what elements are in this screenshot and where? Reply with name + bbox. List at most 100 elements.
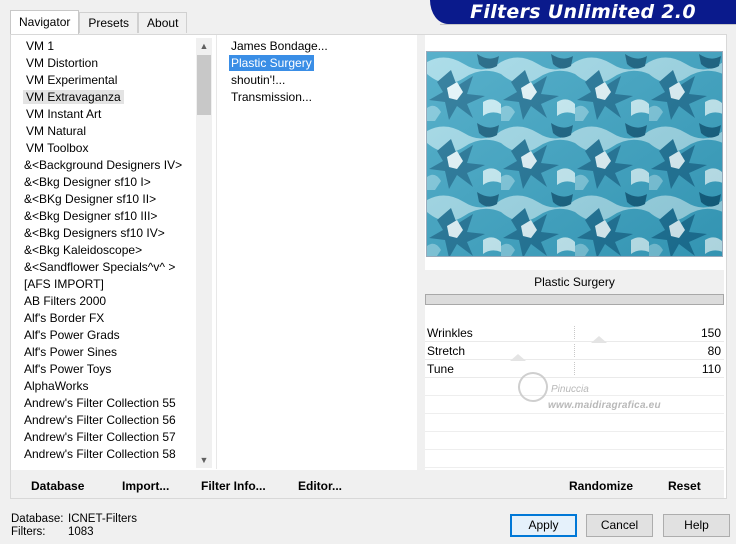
watermark: Pinuccia www.maidiragrafica.eu bbox=[513, 367, 678, 416]
panel-divider bbox=[417, 35, 425, 498]
category-item[interactable]: Alf's Border FX bbox=[11, 310, 195, 327]
category-item[interactable]: AB Filters 2000 bbox=[11, 293, 195, 310]
category-item[interactable]: &<Bkg Designer sf10 III> bbox=[11, 208, 195, 225]
apply-button[interactable]: Apply bbox=[510, 514, 577, 537]
filter-item[interactable]: James Bondage... bbox=[228, 38, 408, 55]
category-item[interactable]: &<BKg Designer sf10 II> bbox=[11, 191, 195, 208]
database-value: ICNET-Filters bbox=[68, 513, 137, 525]
category-item-label: VM Distortion bbox=[26, 56, 99, 70]
scroll-thumb[interactable] bbox=[197, 55, 211, 115]
slider-marker-icon bbox=[591, 336, 607, 343]
parameter-value: 80 bbox=[707, 344, 721, 358]
database-label: Database: bbox=[11, 513, 64, 525]
filter-item[interactable]: Transmission... bbox=[228, 89, 408, 106]
category-item-label: VM Instant Art bbox=[26, 107, 102, 121]
category-item[interactable]: &<Sandflower Specials^v^ > bbox=[11, 259, 195, 276]
category-item[interactable]: Andrew's Filter Collection 55 bbox=[11, 395, 195, 412]
parameter-name: Tune bbox=[427, 362, 454, 376]
category-item[interactable]: VM Natural bbox=[11, 123, 195, 140]
category-item-label: VM Extravaganza bbox=[23, 90, 124, 104]
category-item-label: VM 1 bbox=[26, 39, 55, 53]
category-item-label: &<BKg Designer sf10 II> bbox=[24, 192, 157, 206]
database-info: Database: ICNET-Filters Filters: 1083 bbox=[11, 513, 137, 539]
preview-toolbar: Randomize Reset bbox=[425, 470, 724, 498]
category-item-label: &<Bkg Designer sf10 III> bbox=[24, 209, 158, 223]
category-item-label: Alf's Power Sines bbox=[24, 345, 117, 359]
category-list[interactable]: VM 1 VM Distortion VM Experimental VM Extra… bbox=[11, 38, 195, 470]
filter-info-button[interactable]: Filter Info... bbox=[201, 479, 266, 493]
list-toolbar: Database Import... Filter Info... Editor… bbox=[11, 470, 417, 498]
category-item[interactable]: &<Bkg Designers sf10 IV> bbox=[11, 225, 195, 242]
category-item[interactable]: Andrew's Filter Collection 58 bbox=[11, 446, 195, 463]
help-button[interactable]: Help bbox=[663, 514, 730, 537]
slider-tick bbox=[574, 344, 575, 357]
parameter-name: Wrinkles bbox=[427, 326, 473, 340]
category-item[interactable]: AlphaWorks bbox=[11, 378, 195, 395]
tab-navigator[interactable]: Navigator bbox=[10, 10, 80, 34]
category-item-label: VM Toolbox bbox=[26, 141, 89, 155]
filter-item-label: shoutin'!... bbox=[231, 73, 286, 87]
tab-about[interactable]: About bbox=[138, 12, 188, 33]
category-item-label: Andrew's Filter Collection 57 bbox=[24, 430, 176, 444]
category-item-label: Andrew's Filter Collection 55 bbox=[24, 396, 176, 410]
tab-presets[interactable]: Presets bbox=[79, 12, 139, 33]
category-item-label: &<Sandflower Specials^v^ > bbox=[24, 260, 176, 274]
editor-button[interactable]: Editor... bbox=[298, 479, 342, 493]
category-item[interactable]: VM 1 bbox=[11, 38, 195, 55]
watermark-url: www.maidiragrafica.eu bbox=[548, 400, 661, 411]
category-item[interactable]: VM Instant Art bbox=[11, 106, 195, 123]
category-item[interactable]: VM Extravaganza bbox=[11, 89, 195, 106]
category-item-label: Andrew's Filter Collection 56 bbox=[24, 413, 176, 427]
category-item-label: AlphaWorks bbox=[24, 379, 89, 393]
filter-title: Plastic Surgery bbox=[425, 270, 724, 294]
filters-count-label: Filters: bbox=[11, 526, 46, 538]
category-item[interactable]: Andrew's Filter Collection 56 bbox=[11, 412, 195, 429]
category-item-label: &<Bkg Kaleidoscope> bbox=[24, 243, 143, 257]
category-item[interactable]: Andrew's Filter Collection 57 bbox=[11, 429, 195, 446]
category-item-label: Alf's Power Grads bbox=[24, 328, 120, 342]
category-item[interactable]: &<Background Designers IV> bbox=[11, 157, 195, 174]
parameter-slider-row[interactable]: Wrinkles 150 bbox=[425, 324, 724, 342]
banner-divider bbox=[440, 24, 736, 25]
parameter-name: Stretch bbox=[427, 344, 466, 358]
category-scrollbar[interactable]: ▲ ▼ bbox=[196, 38, 212, 468]
slider-tick bbox=[574, 326, 575, 339]
category-item-label: Andrew's Filter Collection 58 bbox=[24, 447, 176, 461]
category-item-label: VM Natural bbox=[26, 124, 87, 138]
empty-parameter-row bbox=[425, 450, 724, 468]
watermark-name: Pinuccia bbox=[551, 384, 589, 395]
app-title-banner: Filters Unlimited 2.0 bbox=[430, 0, 736, 24]
scroll-down-arrow-icon[interactable]: ▼ bbox=[196, 452, 212, 468]
category-item[interactable]: Alf's Power Toys bbox=[11, 361, 195, 378]
reset-button[interactable]: Reset bbox=[668, 479, 701, 493]
category-item[interactable]: Alf's Power Grads bbox=[11, 327, 195, 344]
preview-image bbox=[426, 51, 723, 257]
category-item[interactable]: VM Experimental bbox=[11, 72, 195, 89]
category-item[interactable]: &<Bkg Designer sf10 I> bbox=[11, 174, 195, 191]
category-item[interactable]: [AFS IMPORT] bbox=[11, 276, 195, 293]
filter-item[interactable]: shoutin'!... bbox=[228, 72, 408, 89]
database-button[interactable]: Database bbox=[31, 479, 84, 493]
slider-marker-icon bbox=[510, 354, 526, 361]
filter-item-label: Plastic Surgery bbox=[229, 55, 314, 71]
smiley-logo-icon bbox=[513, 367, 553, 407]
filter-item[interactable]: Plastic Surgery bbox=[228, 55, 408, 72]
parameter-value: 150 bbox=[700, 326, 721, 340]
category-item[interactable]: &<Bkg Kaleidoscope> bbox=[11, 242, 195, 259]
filter-list[interactable]: James Bondage... Plastic Surgery shoutin'!… bbox=[228, 38, 408, 106]
category-item[interactable]: VM Distortion bbox=[11, 55, 195, 72]
category-item-label: &<Bkg Designer sf10 I> bbox=[24, 175, 151, 189]
progress-bar bbox=[425, 294, 724, 305]
randomize-button[interactable]: Randomize bbox=[569, 479, 633, 493]
list-divider bbox=[216, 35, 217, 469]
cancel-button[interactable]: Cancel bbox=[586, 514, 653, 537]
import-button[interactable]: Import... bbox=[122, 479, 169, 493]
scroll-up-arrow-icon[interactable]: ▲ bbox=[196, 38, 212, 54]
category-item[interactable]: Alf's Power Sines bbox=[11, 344, 195, 361]
category-item-label: Alf's Border FX bbox=[24, 311, 105, 325]
category-item-label: Alf's Power Toys bbox=[24, 362, 112, 376]
category-item-label: AB Filters 2000 bbox=[24, 294, 107, 308]
filter-item-label: James Bondage... bbox=[231, 39, 328, 53]
category-item[interactable]: VM Toolbox bbox=[11, 140, 195, 157]
parameter-slider-row[interactable]: Stretch 80 bbox=[425, 342, 724, 360]
